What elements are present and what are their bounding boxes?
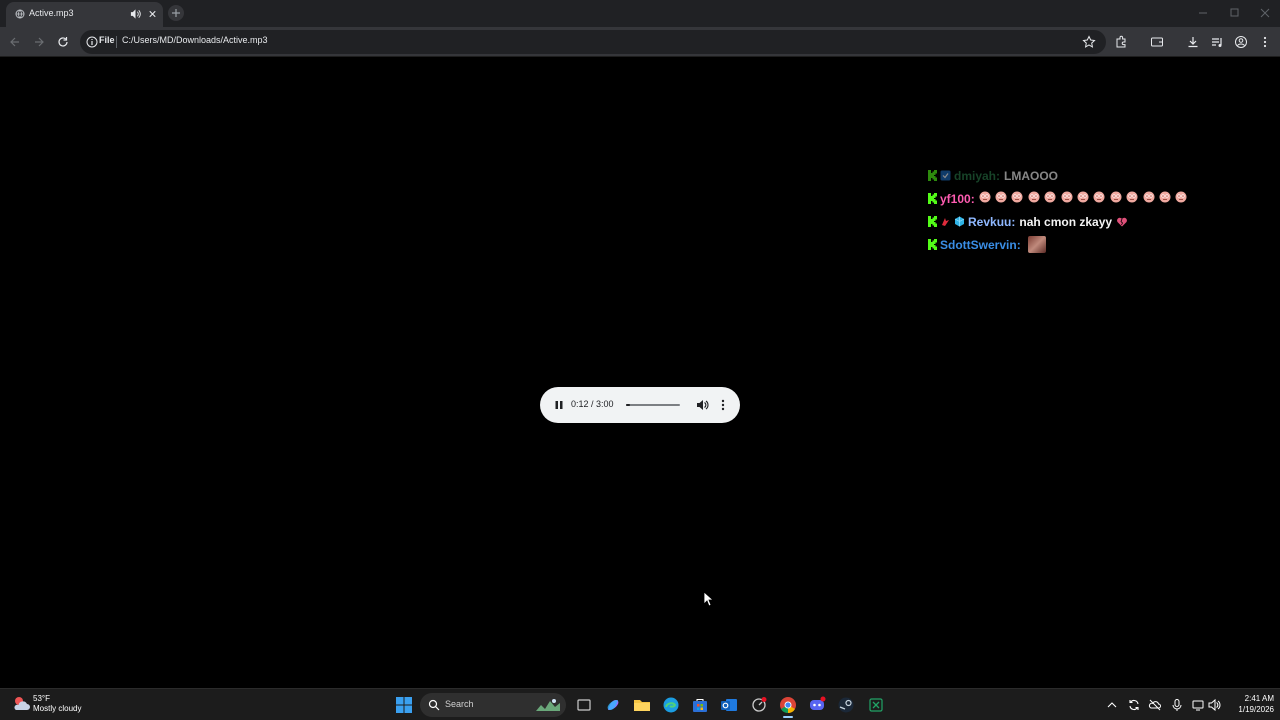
media-viewer: dmiyah: LMAOOO yf100: Revkuu: nah cmon z… xyxy=(0,58,1280,688)
custom-emote-image xyxy=(1027,236,1046,253)
search-highlight-icon xyxy=(536,699,560,711)
search-label: Search xyxy=(445,699,474,709)
discord-icon[interactable] xyxy=(808,696,826,714)
taskbar: 53°F Mostly cloudy Search 2:41 AM 1/19/2… xyxy=(0,688,1280,720)
weather-description[interactable]: Mostly cloudy xyxy=(33,704,81,713)
tab-strip: Active.mp3 xyxy=(0,0,1280,27)
url-text[interactable]: C:/Users/MD/Downloads/Active.mp3 xyxy=(122,35,268,45)
chat-username[interactable]: Revkuu: xyxy=(968,215,1015,229)
scheme-chip[interactable]: File xyxy=(99,35,115,45)
audio-player[interactable]: 0:12 / 3:00 xyxy=(540,387,740,423)
crying-face-emote-icon xyxy=(1077,191,1089,203)
chat-text: nah cmon zkayy xyxy=(1019,214,1113,229)
microsoft-store-icon[interactable] xyxy=(691,696,709,714)
show-hidden-icons-chevron-icon[interactable] xyxy=(1105,698,1119,712)
forward-icon[interactable] xyxy=(32,35,46,49)
tab-title: Active.mp3 xyxy=(29,8,74,18)
speaker-icon[interactable] xyxy=(1207,698,1221,712)
browser-tab-active[interactable]: Active.mp3 xyxy=(6,2,163,27)
steam-icon[interactable] xyxy=(837,696,855,714)
chat-message: Revkuu: nah cmon zkayy xyxy=(927,210,1227,233)
kick-badge-icon xyxy=(928,239,937,250)
profile-icon[interactable] xyxy=(1234,35,1248,49)
seek-slider[interactable] xyxy=(626,404,680,406)
crying-face-emote-icon xyxy=(1110,191,1122,203)
more-options-icon[interactable] xyxy=(716,398,730,412)
taskbar-search[interactable]: Search xyxy=(420,693,566,717)
file-explorer-icon[interactable] xyxy=(633,696,651,714)
chat-text: LMAOOO xyxy=(1004,168,1059,183)
pause-icon[interactable] xyxy=(552,398,566,412)
crying-face-emote-icon xyxy=(1061,191,1073,203)
tab-audio-playing-icon[interactable] xyxy=(130,8,141,20)
search-icon xyxy=(428,699,440,711)
app-with-notification-icon[interactable] xyxy=(750,696,768,714)
crying-face-emote-icon xyxy=(1093,191,1105,203)
crying-face-emote-icon xyxy=(979,191,991,203)
restore-icon[interactable] xyxy=(1227,6,1241,20)
gem-badge-icon xyxy=(954,216,965,227)
divider xyxy=(116,36,117,48)
emote-row xyxy=(979,191,1192,206)
mouse-cursor-icon xyxy=(703,591,714,607)
address-bar[interactable]: File C:/Users/MD/Downloads/Active.mp3 xyxy=(80,30,1106,54)
windows-start-icon[interactable] xyxy=(395,696,413,714)
clock-date[interactable]: 1/19/2026 xyxy=(1222,705,1274,714)
chat-username[interactable]: dmiyah: xyxy=(954,169,1000,183)
bookmark-star-icon[interactable] xyxy=(1082,35,1096,49)
broken-heart-emoji-icon xyxy=(1117,217,1128,226)
menu-kebab-icon[interactable] xyxy=(1258,35,1272,49)
cloud-off-icon[interactable] xyxy=(1148,698,1162,712)
kick-badge-icon xyxy=(928,193,937,204)
crying-face-emote-icon xyxy=(1159,191,1171,203)
chat-username[interactable]: SdottSwervin: xyxy=(940,238,1021,252)
active-app-indicator xyxy=(783,716,793,718)
weather-cloud-icon[interactable] xyxy=(12,694,32,714)
crying-face-emote-icon xyxy=(995,191,1007,203)
copilot-icon[interactable] xyxy=(604,696,622,714)
crying-face-emote-icon xyxy=(1143,191,1155,203)
weather-temperature[interactable]: 53°F xyxy=(33,694,50,703)
chat-username[interactable]: yf100: xyxy=(940,192,975,206)
globe-icon xyxy=(15,9,25,19)
kick-badge-icon xyxy=(928,170,937,181)
info-icon[interactable] xyxy=(86,36,98,48)
reload-icon[interactable] xyxy=(56,35,70,49)
browser-toolbar: File C:/Users/MD/Downloads/Active.mp3 xyxy=(0,27,1280,57)
chat-message: SdottSwervin: xyxy=(927,233,1227,256)
seek-progress xyxy=(626,404,630,406)
verified-badge-icon xyxy=(940,170,951,181)
minimize-icon[interactable] xyxy=(1196,6,1210,20)
crying-face-emote-icon xyxy=(1126,191,1138,203)
extensions-icon[interactable] xyxy=(1114,35,1128,49)
microphone-icon[interactable] xyxy=(1170,698,1184,712)
chat-message: dmiyah: LMAOOO xyxy=(927,164,1227,187)
task-view-icon[interactable] xyxy=(575,696,593,714)
network-icon[interactable] xyxy=(1191,698,1205,712)
sync-icon[interactable] xyxy=(1127,698,1141,712)
crying-face-emote-icon xyxy=(1011,191,1023,203)
chrome-taskbar-button[interactable] xyxy=(779,696,797,718)
kick-badge-icon xyxy=(928,216,937,227)
tab-close-icon[interactable] xyxy=(147,8,158,20)
chat-overlay: dmiyah: LMAOOO yf100: Revkuu: nah cmon z… xyxy=(927,164,1227,256)
cast-icon[interactable] xyxy=(1150,35,1164,49)
download-icon[interactable] xyxy=(1186,35,1200,49)
close-window-icon[interactable] xyxy=(1258,6,1272,20)
subscriber-badge-icon xyxy=(942,218,949,226)
media-controls-icon[interactable] xyxy=(1210,35,1224,49)
new-tab-icon[interactable] xyxy=(168,5,184,21)
crying-face-emote-icon xyxy=(1175,191,1187,203)
outlook-icon[interactable] xyxy=(720,696,738,714)
crying-face-emote-icon xyxy=(1028,191,1040,203)
edge-browser-icon[interactable] xyxy=(662,696,680,714)
crying-face-emote-icon xyxy=(1044,191,1056,203)
clock-time[interactable]: 2:41 AM xyxy=(1228,694,1274,703)
playback-time: 0:12 / 3:00 xyxy=(571,399,614,409)
volume-icon[interactable] xyxy=(695,398,709,412)
chrome-icon xyxy=(780,697,796,714)
excel-icon[interactable] xyxy=(867,696,885,714)
back-icon[interactable] xyxy=(8,35,22,49)
chat-message: yf100: xyxy=(927,187,1227,210)
